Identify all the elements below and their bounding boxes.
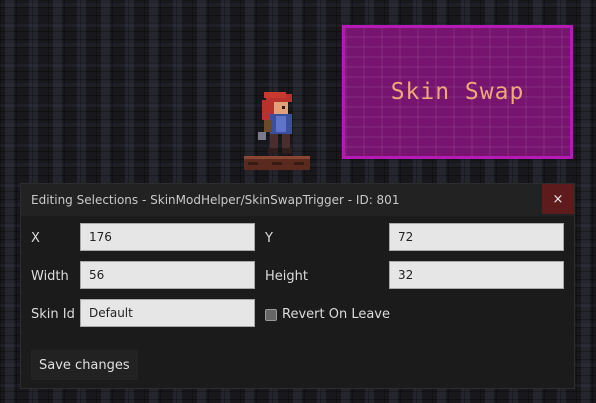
player-sprite [244,92,310,170]
x-field[interactable] [80,223,255,251]
height-label: Height [265,269,308,284]
dialog-title: Editing Selections - SkinModHelper/SkinS… [31,193,400,207]
skin-id-label: Skin Id [31,307,75,322]
save-changes-button[interactable]: Save changes [31,350,138,380]
width-field[interactable] [80,261,255,289]
height-field[interactable] [389,261,564,289]
revert-on-leave-row[interactable]: Revert On Leave [265,307,390,322]
revert-on-leave-label: Revert On Leave [282,307,390,322]
skin-swap-trigger[interactable]: Skin Swap [342,25,573,159]
dialog-titlebar[interactable]: Editing Selections - SkinModHelper/SkinS… [21,184,574,216]
y-label: Y [265,231,273,246]
close-icon: × [552,191,564,207]
save-changes-label: Save changes [39,357,130,373]
y-field[interactable] [389,223,564,251]
edit-selections-dialog: Editing Selections - SkinModHelper/SkinS… [20,183,575,389]
width-label: Width [31,269,69,284]
trigger-label: Skin Swap [390,79,525,105]
revert-on-leave-checkbox[interactable] [265,308,277,321]
skin-id-field[interactable] [80,299,255,327]
x-label: X [31,231,40,246]
close-button[interactable]: × [542,184,574,214]
